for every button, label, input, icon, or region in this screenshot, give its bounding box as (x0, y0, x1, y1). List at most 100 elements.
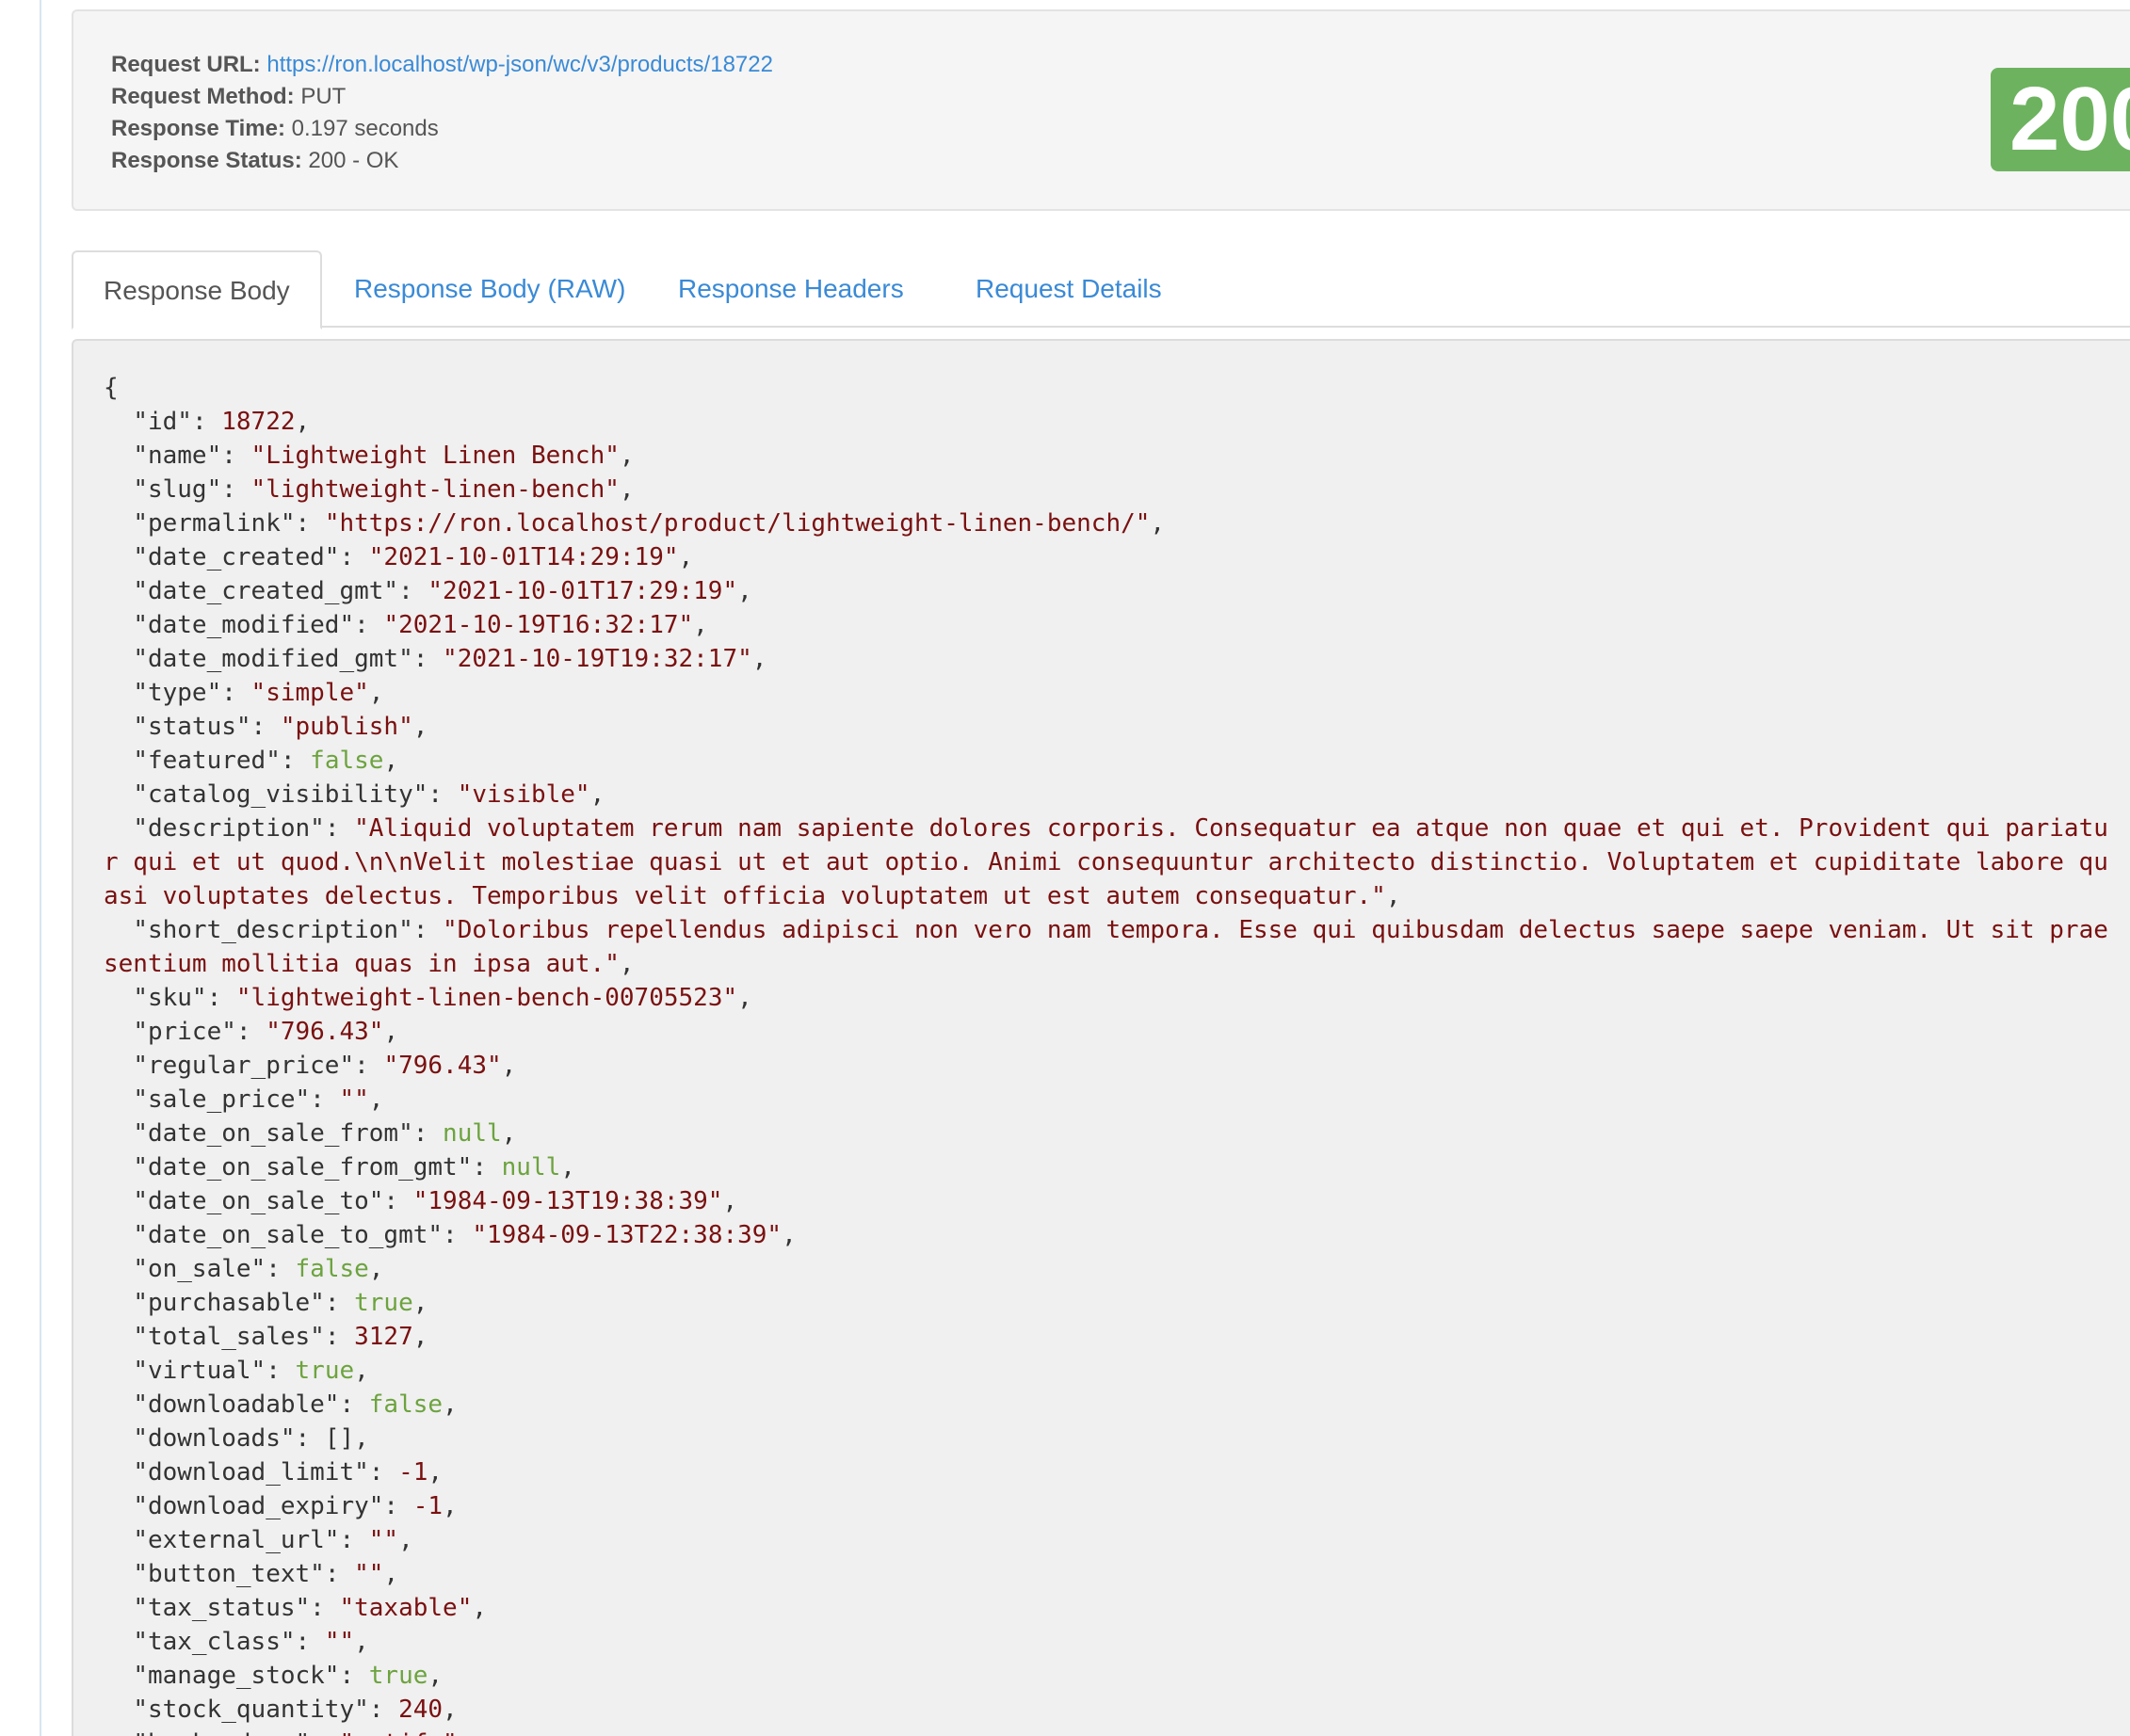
json-key: "date_on_sale_to_gmt" (133, 1221, 444, 1249)
json-value: "2021-10-01T14:29:19" (368, 543, 679, 571)
json-line-virtual: "virtual": true, (133, 1357, 369, 1385)
json-line-total-sales: "total_sales": 3127, (133, 1323, 428, 1351)
json-line-download-expiry: "download_expiry": -1, (133, 1492, 458, 1520)
response-time-row: Response Time: 0.197 seconds (111, 113, 773, 145)
json-value: "" (324, 1628, 355, 1656)
response-time-value: 0.197 seconds (291, 116, 439, 141)
json-line-date-on-sale-to-gmt: "date_on_sale_to_gmt": "1984-09-13T22:38… (133, 1221, 797, 1249)
json-line-sku: "sku": "lightweight-linen-bench-00705523… (133, 984, 752, 1012)
json-line-backorders: "backorders": "notify", (104, 1729, 472, 1736)
json-value: "Lightweight Linen Bench" (250, 442, 620, 470)
json-value: "lightweight-linen-bench-00705523" (235, 984, 738, 1012)
json-value: "Aliquid voluptatem rerum nam sapiente d… (104, 814, 2108, 910)
json-line-date-on-sale-to: "date_on_sale_to": "1984-09-13T19:38:39"… (133, 1187, 738, 1215)
json-value: "796.43" (266, 1018, 384, 1046)
json-value: false (310, 747, 384, 775)
json-value: "https://ron.localhost/product/lightweig… (324, 509, 1151, 538)
json-value: "1984-09-13T22:38:39" (472, 1221, 783, 1249)
json-value: null (501, 1153, 561, 1181)
response-body-panel[interactable]: { "id": 18722, "name": "Lightweight Line… (72, 339, 2130, 1736)
json-line-description: "description": "Aliquid voluptatem rerum… (104, 814, 2108, 910)
json-key: "price" (133, 1018, 236, 1046)
json-line-external-url: "external_url": "", (133, 1526, 413, 1554)
json-line-date-created-gmt: "date_created_gmt": "2021-10-01T17:29:19… (133, 577, 752, 605)
json-line-downloads: "downloads": [], (133, 1424, 369, 1453)
json-value: null (443, 1119, 502, 1148)
json-line-date-modified: "date_modified": "2021-10-19T16:32:17", (133, 611, 708, 639)
json-value: true (354, 1289, 413, 1317)
json-key: "regular_price" (133, 1052, 355, 1080)
json-key: "stock_quantity" (133, 1696, 369, 1724)
json-key: "button_text" (133, 1560, 325, 1588)
json-key: "sku" (133, 984, 207, 1012)
api-response-viewer: Request URL: https://ron.localhost/wp-js… (0, 0, 2130, 1736)
request-summary-panel: Request URL: https://ron.localhost/wp-js… (72, 9, 2130, 211)
json-value: "2021-10-01T17:29:19" (428, 577, 738, 605)
json-key: "total_sales" (133, 1323, 325, 1351)
json-key: "name" (133, 442, 222, 470)
json-value: "2021-10-19T16:32:17" (383, 611, 694, 639)
tab-response-headers[interactable]: Response Headers (648, 250, 934, 328)
json-key: "download_limit" (133, 1458, 369, 1487)
json-line-date-modified-gmt: "date_modified_gmt": "2021-10-19T19:32:1… (133, 645, 767, 673)
json-line-tax-class: "tax_class": "", (133, 1628, 369, 1656)
json-key: "sale_price" (133, 1085, 311, 1114)
json-key: "tax_status" (133, 1594, 311, 1622)
json-line-manage-stock: "manage_stock": true, (133, 1662, 444, 1690)
json-line-regular-price: "regular_price": "796.43", (133, 1052, 517, 1080)
json-key: "date_modified" (133, 611, 355, 639)
json-key: "date_created" (133, 543, 340, 571)
json-value: "notify" (339, 1729, 457, 1736)
json-key: "downloads" (133, 1424, 296, 1453)
json-key: "short_description" (133, 916, 413, 944)
json-value: "publish" (280, 713, 413, 741)
json-value: "796.43" (383, 1052, 502, 1080)
request-url-row: Request URL: https://ron.localhost/wp-js… (111, 49, 773, 81)
json-key: "virtual" (133, 1357, 266, 1385)
json-line-sale-price: "sale_price": "", (133, 1085, 384, 1114)
json-line-short-description: "short_description": "Doloribus repellen… (104, 916, 2108, 978)
request-method-value: PUT (300, 84, 347, 109)
status-code-badge: 200 (1991, 68, 2130, 171)
json-key: "date_created_gmt" (133, 577, 399, 605)
json-line-permalink: "permalink": "https://ron.localhost/prod… (133, 509, 1166, 538)
json-key: "manage_stock" (133, 1662, 340, 1690)
tab-response-body-raw[interactable]: Response Body (RAW) (324, 250, 655, 328)
json-value: "" (368, 1526, 399, 1554)
json-line-date-created: "date_created": "2021-10-01T14:29:19", (133, 543, 694, 571)
json-value: true (295, 1357, 355, 1385)
json-value: 240 (398, 1696, 444, 1724)
json-key: "download_expiry" (133, 1492, 384, 1520)
json-line-on-sale: "on_sale": false, (133, 1255, 384, 1283)
tab-request-details[interactable]: Request Details (945, 250, 1192, 328)
json-value: 18722 (221, 408, 296, 436)
json-key: "date_on_sale_from_gmt" (133, 1153, 473, 1181)
json-key: "external_url" (133, 1526, 340, 1554)
json-key: "featured" (133, 747, 281, 775)
json-value: true (368, 1662, 428, 1690)
json-key: "tax_class" (133, 1628, 296, 1656)
json-line-button-text: "button_text": "", (133, 1560, 399, 1588)
request-method-row: Request Method: PUT (111, 81, 773, 113)
json-value: "" (354, 1560, 384, 1588)
json-line-tax-status: "tax_status": "taxable", (133, 1594, 488, 1622)
json-value: false (368, 1390, 444, 1419)
response-status-label: Response Status: (111, 148, 302, 173)
request-url-link[interactable]: https://ron.localhost/wp-json/wc/v3/prod… (266, 52, 773, 77)
left-border (40, 0, 41, 1736)
json-line-catalog-visibility: "catalog_visibility": "visible", (133, 780, 605, 809)
json-key: "id" (133, 408, 192, 436)
json-key: "permalink" (133, 509, 296, 538)
json-open-brace: { (104, 374, 119, 402)
json-key: "date_on_sale_to" (133, 1187, 384, 1215)
json-value: "visible" (457, 780, 590, 809)
json-line-download-limit: "download_limit": -1, (133, 1458, 444, 1487)
json-value: -1 (412, 1492, 444, 1520)
response-tabs: Response Body Response Body (RAW) Respon… (72, 250, 2130, 330)
json-value: "" (339, 1085, 369, 1114)
json-key: "description" (133, 814, 325, 843)
json-line-type: "type": "simple", (133, 679, 384, 707)
tab-response-body[interactable]: Response Body (72, 250, 322, 330)
json-key: "date_on_sale_from" (133, 1119, 413, 1148)
json-value: "1984-09-13T19:38:39" (412, 1187, 723, 1215)
